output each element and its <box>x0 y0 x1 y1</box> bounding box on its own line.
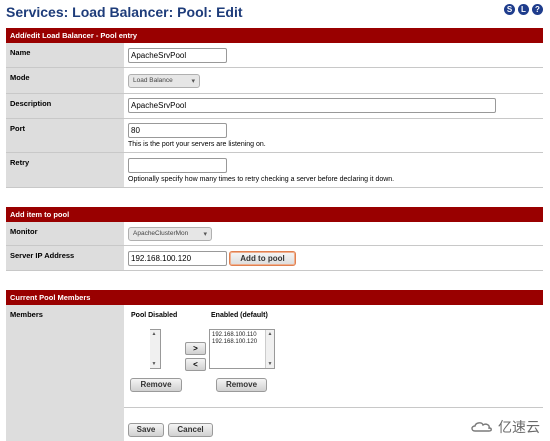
move-right-button[interactable]: > <box>185 342 206 355</box>
monitor-select-value: ApacheClusterMon <box>133 230 189 237</box>
retry-input[interactable] <box>128 158 227 173</box>
watermark: 亿速云 <box>470 417 540 437</box>
port-hint: This is the port your servers are listen… <box>128 141 266 148</box>
description-row: Description ApacheSrvPool <box>6 94 543 119</box>
page-title: Services: Load Balancer: Pool: Edit <box>6 4 243 20</box>
description-label: Description <box>6 94 124 118</box>
name-row: Name ApacheSrvPool <box>6 43 543 68</box>
port-label: Port <box>6 119 124 152</box>
name-input[interactable]: ApacheSrvPool <box>128 48 227 63</box>
header-icons: S L ? <box>504 4 543 15</box>
pool-entry-header: Add/edit Load Balancer - Pool entry <box>6 28 543 43</box>
chevron-down-icon: ▾ <box>191 78 195 85</box>
cloud-logo-icon <box>471 422 492 432</box>
remove-enabled-button[interactable]: Remove <box>216 378 267 392</box>
pool-enabled-title: Enabled (default) <box>211 312 268 319</box>
retry-row: Retry Optionally specify how many times … <box>6 153 543 188</box>
retry-label: Retry <box>6 153 124 187</box>
scroll-down-icon[interactable]: ▼ <box>150 360 158 368</box>
mode-label: Mode <box>6 68 124 93</box>
add-to-pool-button[interactable]: Add to pool <box>229 251 296 266</box>
pool-enabled-list[interactable]: 192.168.100.110 192.168.100.120 ▲ ▼ <box>209 329 275 369</box>
name-label: Name <box>6 43 124 67</box>
monitor-select[interactable]: ApacheClusterMon ▾ <box>128 227 212 241</box>
mode-row: Mode Load Balance ▾ <box>6 68 543 94</box>
scroll-down-icon[interactable]: ▼ <box>266 360 274 368</box>
pool-disabled-title: Pool Disabled <box>131 312 178 319</box>
server-ip-label: Server IP Address <box>6 246 124 270</box>
scroll-up-icon[interactable]: ▲ <box>150 330 158 338</box>
mode-select[interactable]: Load Balance ▾ <box>128 74 200 88</box>
monitor-label: Monitor <box>6 222 124 245</box>
port-input[interactable]: 80 <box>128 123 227 138</box>
move-left-button[interactable]: < <box>185 358 206 371</box>
members-header: Current Pool Members <box>6 290 543 305</box>
log-icon[interactable]: L <box>518 4 529 15</box>
chevron-down-icon: ▾ <box>203 231 207 238</box>
server-ip-row: Server IP Address 192.168.100.120 Add to… <box>6 246 543 271</box>
members-row: Members Pool Disabled Enabled (default) … <box>6 305 543 408</box>
cancel-button[interactable]: Cancel <box>168 423 213 437</box>
mode-select-value: Load Balance <box>133 77 173 84</box>
server-ip-input[interactable]: 192.168.100.120 <box>128 251 227 266</box>
status-icon[interactable]: S <box>504 4 515 15</box>
form-footer: Save Cancel <box>6 406 543 441</box>
watermark-text: 亿速云 <box>498 420 540 436</box>
monitor-row: Monitor ApacheClusterMon ▾ <box>6 222 543 246</box>
remove-disabled-button[interactable]: Remove <box>130 378 182 392</box>
help-icon[interactable]: ? <box>532 4 543 15</box>
pool-disabled-list[interactable]: ▲ ▼ <box>150 329 161 369</box>
scroll-up-icon[interactable]: ▲ <box>266 330 274 338</box>
save-button[interactable]: Save <box>128 423 164 437</box>
description-input[interactable]: ApacheSrvPool <box>128 98 496 113</box>
add-item-header: Add item to pool <box>6 207 543 222</box>
members-label: Members <box>6 305 124 407</box>
retry-hint: Optionally specify how many times to ret… <box>128 176 395 183</box>
port-row: Port 80 This is the port your servers ar… <box>6 119 543 153</box>
